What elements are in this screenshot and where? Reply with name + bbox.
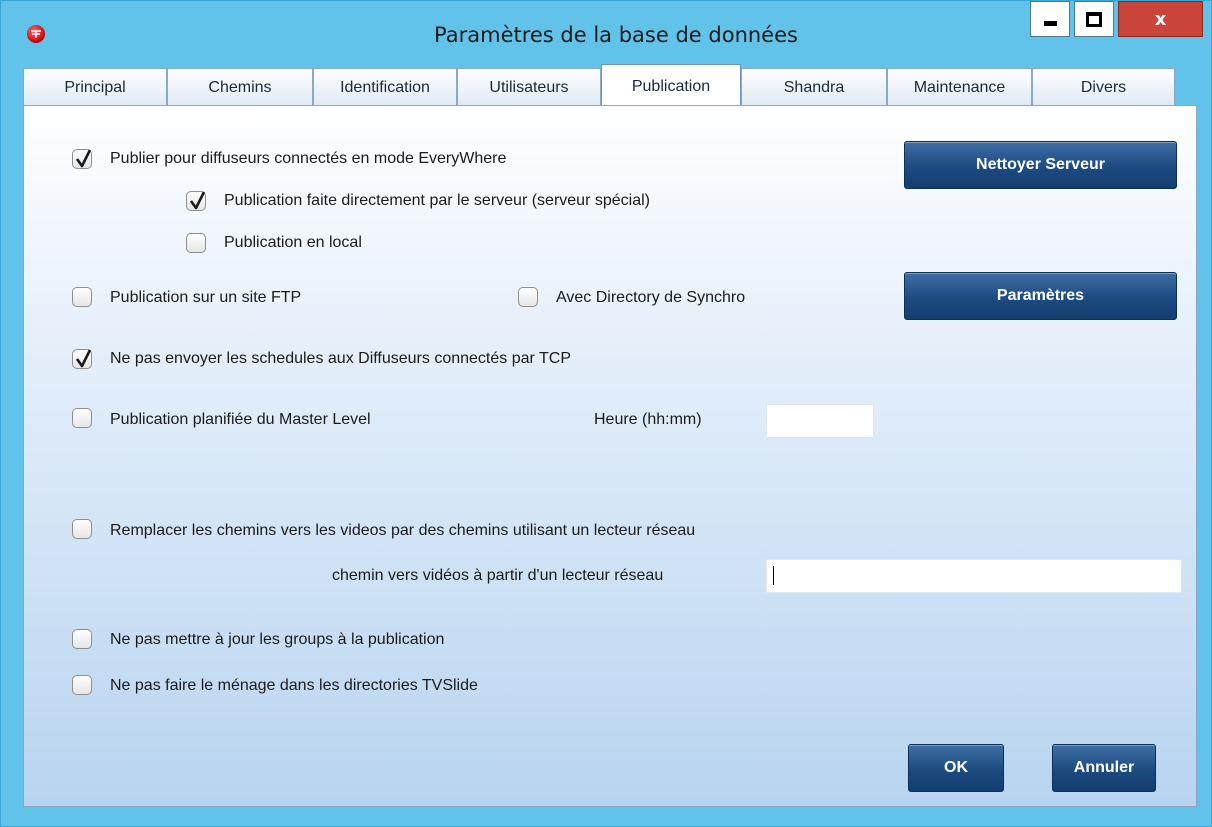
tab-maintenance[interactable]: Maintenance (887, 68, 1032, 106)
checkmark-icon (75, 149, 92, 168)
maximize-icon (1086, 11, 1102, 27)
no-cleanup-checkbox[interactable] (72, 675, 92, 695)
sync-dir-label: Avec Directory de Synchro (556, 289, 746, 306)
server-direct-label: Publication faite directement par le ser… (224, 192, 650, 209)
ok-button[interactable]: OK (908, 744, 1004, 792)
no-schedules-label: Ne pas envoyer les schedules aux Diffuse… (110, 350, 571, 367)
tab-publication[interactable]: Publication (601, 64, 741, 108)
no-cleanup-label: Ne pas faire le ménage dans les director… (110, 677, 478, 694)
everywhere-checkbox[interactable] (72, 149, 92, 169)
tab-identification[interactable]: Identification (313, 68, 457, 106)
checkmark-icon (75, 349, 92, 368)
ftp-checkbox[interactable] (72, 287, 92, 307)
text-caret (773, 566, 774, 585)
settings-button[interactable]: Paramètres (904, 272, 1177, 320)
tab-utilisateurs[interactable]: Utilisateurs (457, 68, 601, 106)
tab-chemins[interactable]: Chemins (167, 68, 313, 106)
time-label: Heure (hh:mm) (594, 411, 702, 428)
ftp-label: Publication sur un site FTP (110, 289, 302, 306)
tab-principal[interactable]: Principal (23, 68, 167, 106)
checkmark-icon (189, 191, 206, 210)
network-path-input[interactable] (766, 559, 1182, 593)
local-checkbox[interactable] (186, 233, 206, 253)
tab-bar: Principal Chemins Identification Utilisa… (23, 64, 1175, 108)
close-button[interactable]: x (1118, 1, 1203, 37)
time-input[interactable] (766, 404, 874, 438)
tab-divers[interactable]: Divers (1032, 68, 1175, 106)
maximize-button[interactable] (1074, 1, 1114, 37)
no-schedules-checkbox[interactable] (72, 349, 92, 369)
server-direct-checkbox[interactable] (186, 191, 206, 211)
network-path-label: chemin vers vidéos à partir d'un lecteur… (332, 567, 664, 584)
network-paths-checkbox[interactable] (72, 519, 92, 539)
dialog-window: Paramètres de la base de données x Princ… (0, 0, 1212, 827)
no-groups-checkbox[interactable] (72, 629, 92, 649)
minimize-icon (1043, 20, 1057, 26)
local-label: Publication en local (224, 234, 362, 251)
cancel-button[interactable]: Annuler (1052, 744, 1156, 792)
network-paths-label: Remplacer les chemins vers les videos pa… (110, 522, 696, 539)
no-groups-label: Ne pas mettre à jour les groups à la pub… (110, 631, 445, 648)
everywhere-label: Publier pour diffuseurs connectés en mod… (110, 150, 507, 167)
clean-server-button[interactable]: Nettoyer Serveur (904, 141, 1177, 189)
tab-shandra[interactable]: Shandra (741, 68, 887, 106)
title-bar[interactable]: Paramètres de la base de données x (1, 1, 1211, 61)
publication-panel: Publier pour diffuseurs connectés en mod… (23, 105, 1197, 807)
minimize-button[interactable] (1030, 1, 1070, 37)
master-level-checkbox[interactable] (72, 408, 92, 428)
sync-dir-checkbox[interactable] (518, 287, 538, 307)
master-level-label: Publication planifiée du Master Level (110, 411, 371, 428)
close-icon: x (1154, 8, 1167, 30)
